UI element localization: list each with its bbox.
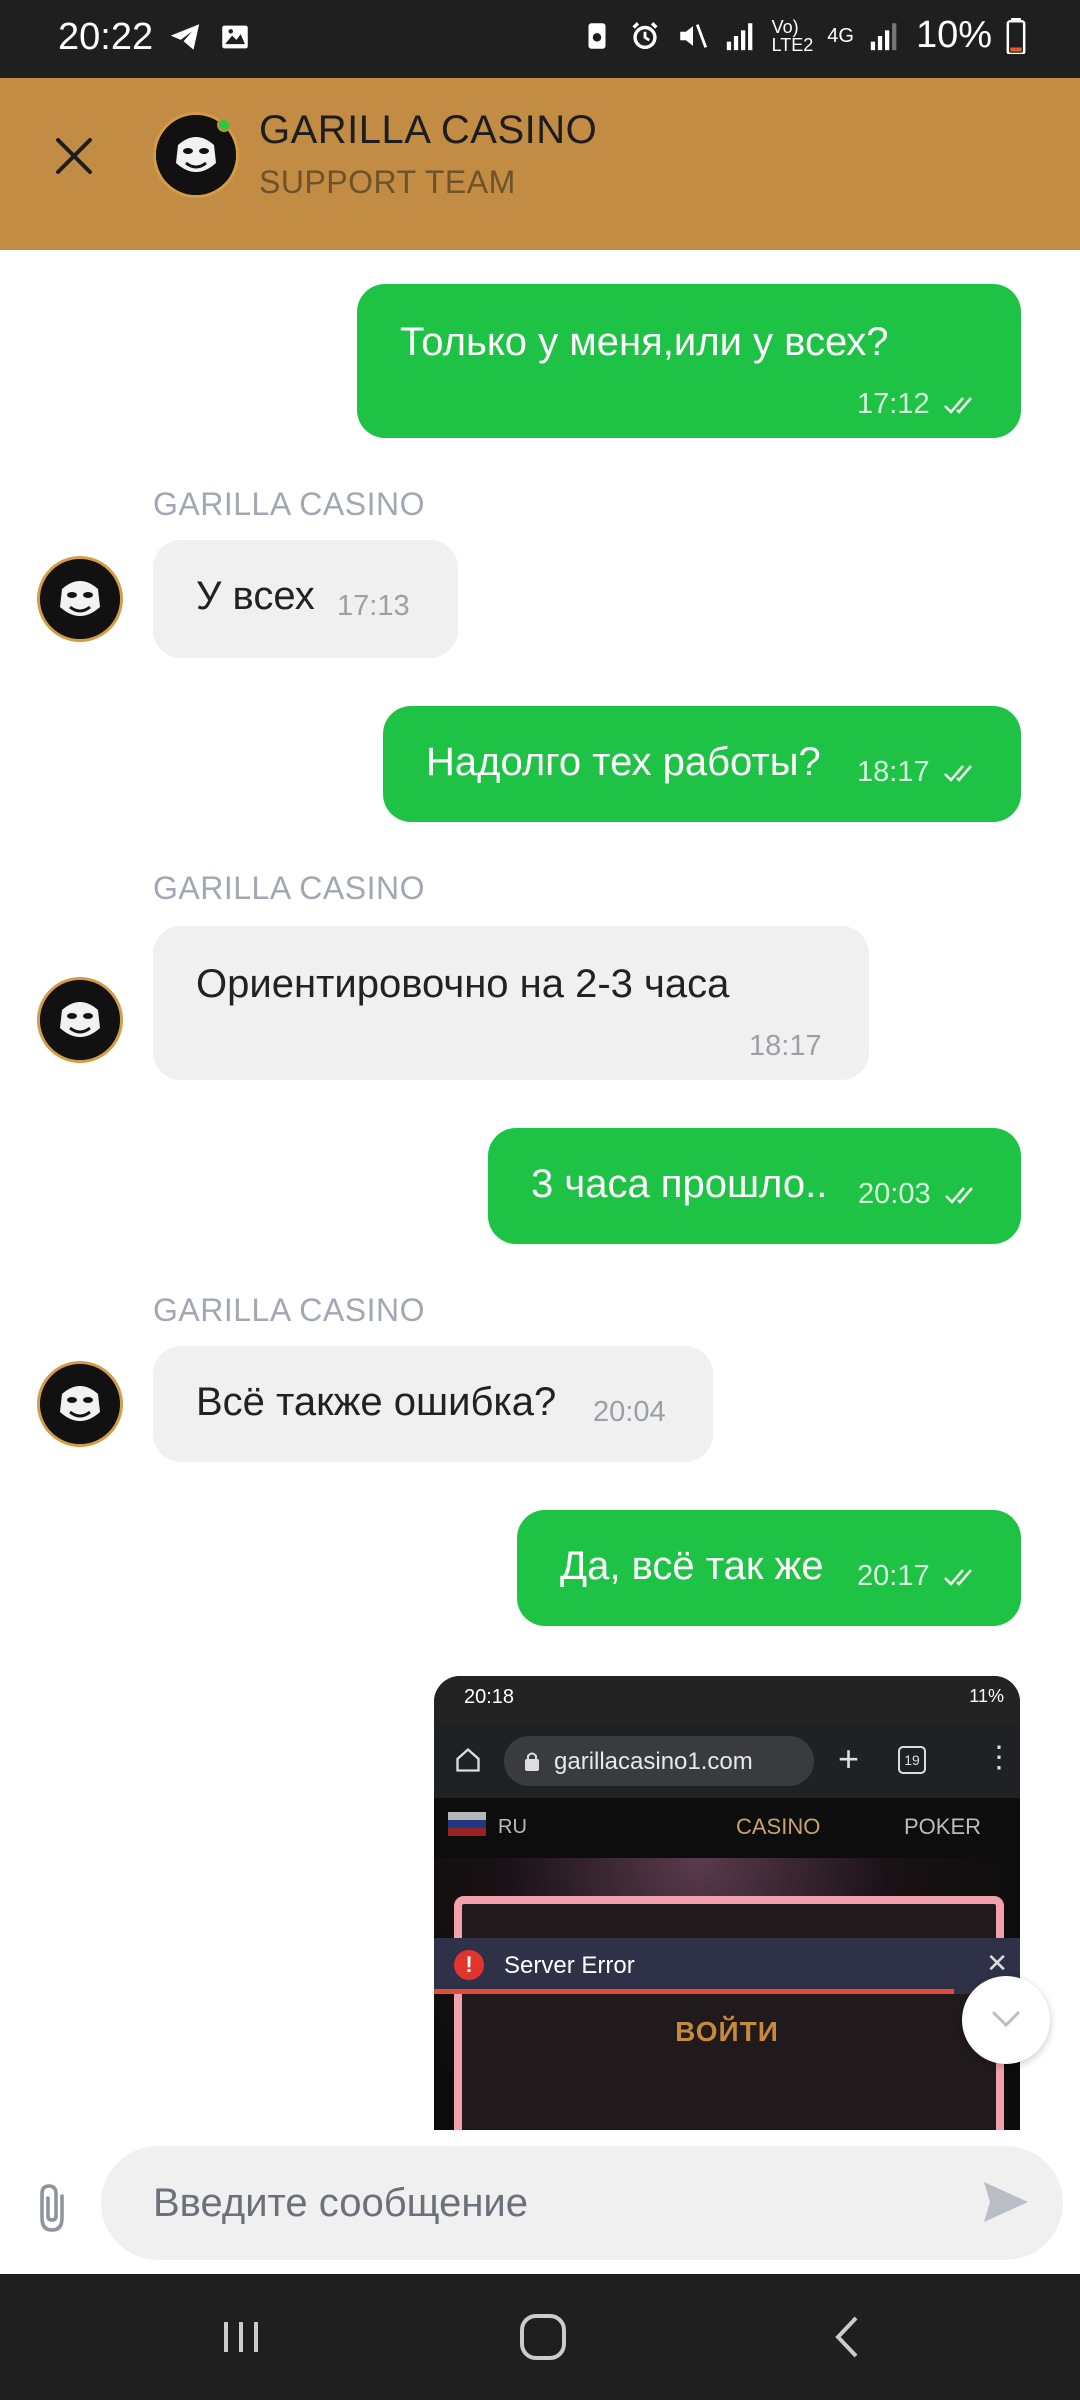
gallery-icon bbox=[222, 25, 248, 49]
online-indicator bbox=[217, 118, 231, 132]
gorilla-logo-icon bbox=[40, 559, 120, 639]
telegram-icon bbox=[170, 24, 200, 50]
message-outgoing: Только у меня,или у всех? 17:12 bbox=[357, 284, 1021, 438]
message-time: 18:17 bbox=[749, 1030, 822, 1062]
message-text: Ориентировочно на 2-3 часа bbox=[196, 962, 730, 1006]
system-nav-bar bbox=[0, 2274, 1080, 2400]
recycle-icon bbox=[588, 22, 606, 49]
message-outgoing: Надолго тех работы? 18:17 bbox=[383, 706, 1021, 822]
attachment-error-text: Server Error bbox=[504, 1952, 635, 1979]
network-type: 4G bbox=[827, 24, 854, 47]
battery-icon bbox=[1006, 17, 1026, 54]
double-check-icon bbox=[944, 397, 972, 414]
send-icon[interactable] bbox=[982, 2180, 1030, 2224]
paperclip-icon[interactable] bbox=[28, 2180, 76, 2236]
message-text: Надолго тех работы? bbox=[426, 740, 821, 784]
message-time: 17:12 bbox=[857, 388, 930, 420]
double-check-icon bbox=[945, 1187, 973, 1204]
message-text: Только у меня,или у всех? bbox=[400, 320, 889, 364]
battery-level: 10% bbox=[915, 14, 992, 56]
attachment-status-bar: 20:18 11% bbox=[434, 1676, 1020, 1722]
error-icon: ! bbox=[454, 1950, 484, 1980]
message-incoming: Всё также ошибка? 20:04 bbox=[153, 1346, 713, 1462]
message-outgoing: Да, всё так же 20:17 bbox=[517, 1510, 1021, 1626]
scroll-down-button[interactable] bbox=[962, 1976, 1050, 2064]
gorilla-logo-icon bbox=[40, 980, 120, 1060]
double-check-icon bbox=[944, 765, 972, 782]
message-input[interactable] bbox=[101, 2146, 1063, 2260]
message-text: У всех bbox=[196, 574, 315, 618]
double-check-icon bbox=[944, 1569, 972, 1586]
lock-icon bbox=[525, 1752, 539, 1771]
recent-apps-icon[interactable] bbox=[206, 2304, 276, 2370]
message-list[interactable]: Только у меня,или у всех? 17:12 GARILLA … bbox=[0, 250, 1080, 2130]
attachment-error-banner: ! Server Error ✕ bbox=[434, 1938, 1020, 1994]
gorilla-logo-icon bbox=[40, 1364, 120, 1444]
sender-name: GARILLA CASINO bbox=[153, 1292, 425, 1328]
message-outgoing: 3 часа прошло.. 20:03 bbox=[488, 1128, 1021, 1244]
attachment-battery: 11% bbox=[969, 1686, 1004, 1706]
close-icon: ✕ bbox=[986, 1948, 1008, 1978]
message-time: 20:03 bbox=[858, 1178, 931, 1210]
alarm-icon bbox=[632, 21, 658, 49]
sender-avatar bbox=[37, 556, 123, 642]
sender-name: GARILLA CASINO bbox=[153, 486, 425, 522]
sender-avatar bbox=[37, 977, 123, 1063]
message-time: 20:17 bbox=[857, 1560, 930, 1592]
attachment-nav-casino: CASINO bbox=[736, 1814, 821, 1839]
russia-flag-icon bbox=[448, 1812, 486, 1836]
attachment-login-frame bbox=[454, 1896, 1004, 2130]
message-time: 20:04 bbox=[593, 1396, 666, 1428]
message-text: 3 часа прошло.. bbox=[531, 1162, 828, 1206]
attachment-login-text: ВОЙТИ bbox=[675, 2016, 779, 2047]
home-button-icon[interactable] bbox=[508, 2304, 578, 2370]
chevron-down-icon bbox=[992, 2011, 1020, 2028]
attachment-lang: RU bbox=[498, 1816, 527, 1838]
attachment-url: garillacasino1.com bbox=[554, 1748, 753, 1775]
status-time: 20:22 bbox=[58, 16, 154, 58]
back-icon[interactable] bbox=[812, 2304, 882, 2370]
status-right-icons: Vo) LTE2 4G 10% bbox=[580, 14, 1026, 57]
message-incoming: У всех 17:13 bbox=[153, 540, 458, 658]
message-text: Всё также ошибка? bbox=[196, 1380, 557, 1424]
chat-subtitle: SUPPORT TEAM bbox=[259, 164, 516, 200]
attachment-url-pill: garillacasino1.com bbox=[504, 1736, 814, 1786]
signal-icon-2 bbox=[870, 22, 897, 50]
attachment-nav-poker: POKER bbox=[904, 1814, 982, 1839]
tab-count: 19 bbox=[898, 1746, 926, 1774]
image-attachment[interactable]: 20:18 11% garillacasino1.com + 19 ⋮ RU C… bbox=[434, 1676, 1020, 2130]
composer bbox=[0, 2130, 1080, 2274]
sender-name: GARILLA CASINO bbox=[153, 870, 425, 906]
signal-icon bbox=[726, 22, 752, 50]
mute-icon bbox=[679, 23, 707, 48]
close-icon[interactable] bbox=[44, 126, 104, 186]
attachment-time: 20:18 bbox=[464, 1686, 515, 1708]
new-tab-icon: + bbox=[838, 1738, 860, 1779]
attachment-browser-bar: garillacasino1.com + 19 ⋮ bbox=[434, 1722, 1020, 1798]
attachment-site-nav: RU CASINO POKER bbox=[434, 1798, 1020, 1858]
chat-title: GARILLA CASINO bbox=[259, 108, 598, 152]
volte-icon: Vo) LTE2 bbox=[771, 16, 814, 55]
message-incoming: Ориентировочно на 2-3 часа 18:17 bbox=[153, 926, 869, 1080]
error-progress-bar bbox=[434, 1989, 954, 1994]
message-time: 17:13 bbox=[337, 590, 410, 622]
message-text: Да, всё так же bbox=[560, 1544, 824, 1588]
chat-header: GARILLA CASINO SUPPORT TEAM bbox=[0, 78, 1080, 250]
menu-icon: ⋮ bbox=[984, 1741, 1014, 1774]
sender-avatar bbox=[37, 1361, 123, 1447]
status-left-icons bbox=[168, 20, 252, 54]
message-time: 18:17 bbox=[857, 756, 930, 788]
home-icon bbox=[456, 1747, 480, 1772]
status-bar: 20:22 Vo) LTE2 4G 10% bbox=[0, 0, 1080, 78]
